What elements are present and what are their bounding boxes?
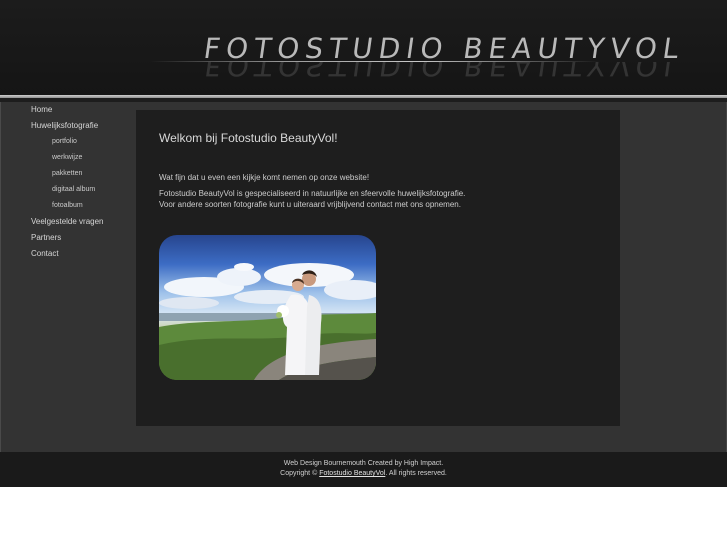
site-header: FOTOSTUDIO BEAUTYVOL FOTOSTUDIO BEAUTYVO… bbox=[0, 0, 727, 95]
page-title: Welkom bij Fotostudio BeautyVol! bbox=[159, 131, 338, 145]
description-line-1: Fotostudio BeautyVol is gespecialiseerd … bbox=[159, 189, 466, 198]
footer-home-link[interactable]: Fotostudio BeautyVol bbox=[319, 470, 385, 477]
intro-text: Wat fijn dat u even een kijkje komt neme… bbox=[159, 173, 370, 182]
nav-item-huwelijksfotografie[interactable]: Huwelijksfotografie bbox=[31, 121, 98, 130]
nav-item-contact[interactable]: Contact bbox=[31, 249, 59, 258]
sidebar-nav: Home Huwelijksfotografie portfolio werkw… bbox=[0, 102, 136, 452]
nav-subitem-fotoalbum[interactable]: fotoalbum bbox=[52, 202, 83, 209]
nav-subitem-portfolio[interactable]: portfolio bbox=[52, 138, 77, 145]
nav-item-partners[interactable]: Partners bbox=[31, 233, 61, 242]
nav-subitem-pakketten[interactable]: pakketten bbox=[52, 170, 82, 177]
page: FOTOSTUDIO BEAUTYVOL FOTOSTUDIO BEAUTYVO… bbox=[0, 0, 727, 545]
logo-reflection: FOTOSTUDIO BEAUTYVOL bbox=[202, 62, 686, 82]
nav-subitem-werkwijze[interactable]: werkwijze bbox=[52, 154, 82, 161]
site-footer: Web Design Bournemouth Created by High I… bbox=[0, 452, 727, 487]
nav-item-veelgestelde-vragen[interactable]: Veelgestelde vragen bbox=[31, 217, 104, 226]
description-line-2: Voor andere soorten fotografie kunt u ui… bbox=[159, 200, 461, 209]
main-area: Home Huwelijksfotografie portfolio werkw… bbox=[0, 102, 727, 452]
wedding-photo bbox=[159, 235, 376, 380]
nav-item-home[interactable]: Home bbox=[31, 105, 52, 114]
copyright-prefix: Copyright © bbox=[280, 470, 318, 477]
footer-credit: Web Design Bournemouth Created by High I… bbox=[283, 460, 444, 467]
right-column bbox=[620, 102, 727, 452]
site-logo[interactable]: FOTOSTUDIO BEAUTYVOL FOTOSTUDIO BEAUTYVO… bbox=[150, 28, 687, 88]
wedding-photo-illustration bbox=[159, 263, 376, 380]
content-panel: Welkom bij Fotostudio BeautyVol! Wat fij… bbox=[136, 110, 620, 426]
footer-copyright: Copyright © Fotostudio BeautyVol. All ri… bbox=[0, 470, 727, 477]
copyright-suffix: . All rights reserved. bbox=[385, 470, 447, 477]
nav-subitem-digitaal-album[interactable]: digitaal album bbox=[52, 186, 95, 193]
